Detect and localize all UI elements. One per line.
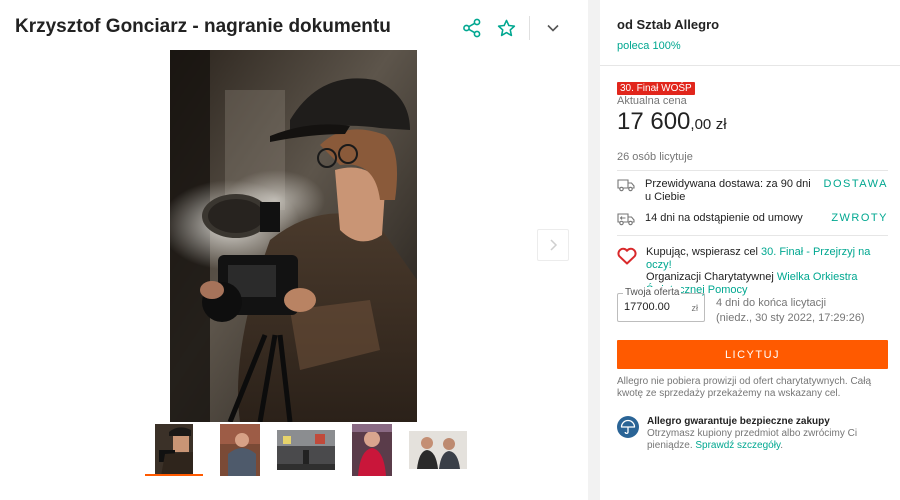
current-price: 17 600,00 zł — [617, 108, 727, 136]
thumbnail-image — [352, 424, 392, 476]
auction-time: 4 dni do końca licytacji (niedz., 30 sty… — [716, 296, 865, 326]
bid-button[interactable]: LICYTUJ — [617, 340, 888, 369]
purchase-panel: od Sztab Allegro poleca 100% 30. Finał W… — [600, 0, 900, 500]
star-icon — [497, 19, 515, 36]
seller-recommendation[interactable]: poleca 100% — [617, 40, 681, 52]
guarantee-line1: Otrzymasz kupiony przedmiot albo zwrócim… — [647, 428, 858, 439]
end-date: (niedz., 30 sty 2022, 17:29:26) — [716, 312, 865, 324]
wosp-badge: 30. Finał WOŚP — [617, 82, 695, 95]
more-options-button[interactable] — [536, 14, 570, 42]
chevron-down-icon — [547, 24, 559, 32]
thumbnail-3[interactable] — [277, 424, 335, 476]
seller-name[interactable]: od Sztab Allegro — [617, 17, 719, 32]
share-button[interactable] — [455, 14, 489, 42]
bid-label: Twoja oferta — [623, 287, 682, 298]
thumbnail-strip — [145, 424, 467, 476]
charity-org-prefix: Organizacji Charytatywnej — [646, 271, 774, 283]
column-gutter — [588, 0, 600, 500]
listing-title: Krzysztof Gonciarz - nagranie dokumentu — [15, 16, 391, 37]
chevron-right-icon — [550, 239, 558, 251]
favorite-button[interactable] — [489, 14, 523, 42]
divider — [600, 65, 900, 66]
charity-text: Kupując, wspierasz cel — [646, 246, 758, 258]
bid-field: Twoja oferta zł — [617, 287, 705, 322]
thumbnail-5[interactable] — [409, 424, 467, 476]
bid-input[interactable] — [624, 301, 686, 313]
price-decimal: ,00 — [690, 116, 712, 133]
divider — [617, 170, 888, 171]
return-text: 14 dni na odstąpienie od umowy — [645, 212, 803, 224]
thumbnail-image — [220, 424, 260, 476]
price-integer: 17 600 — [617, 108, 691, 135]
truck-icon — [617, 179, 635, 192]
guarantee-line2-suffix: . — [780, 440, 784, 451]
guarantee-line2: pieniądze. — [647, 440, 693, 451]
thumbnail-image — [409, 431, 467, 469]
return-row: 14 dni na odstąpienie od umowy ZWROTY — [617, 212, 888, 231]
delivery-text-line2: u Ciebie — [645, 191, 686, 203]
time-left: 4 dni do końca licytacji — [716, 297, 827, 309]
fee-note: Allegro nie pobiera prowizji od ofert ch… — [617, 376, 886, 400]
thumbnail-2[interactable] — [211, 424, 269, 476]
heart-icon — [617, 247, 637, 265]
return-truck-icon — [617, 213, 635, 226]
charity-org-link[interactable]: Wielka Orkiestra — [777, 271, 858, 283]
main-photo[interactable] — [170, 50, 417, 422]
fee-note-line1: Allegro nie pobiera prowizji od ofert ch… — [617, 376, 872, 387]
price-currency: zł — [715, 116, 727, 133]
main-photo-image — [170, 50, 417, 422]
delivery-link[interactable]: DOSTAWA — [824, 178, 888, 190]
gallery-section: Krzysztof Gonciarz - nagranie dokumentu — [0, 0, 588, 500]
page: Krzysztof Gonciarz - nagranie dokumentu — [0, 0, 900, 500]
guarantee-details-link[interactable]: Sprawdź szczegóły — [695, 440, 780, 451]
fee-note-line2: kwotę ze sprzedaży przekażemy na wskazan… — [617, 388, 841, 399]
guarantee-info: Allegro gwarantuje bezpieczne zakupy Otr… — [617, 416, 888, 452]
thumbnail-4[interactable] — [343, 424, 401, 476]
umbrella-icon — [617, 416, 639, 438]
share-icon — [463, 18, 481, 38]
delivery-row: Przewidywana dostawa: za 90 dni u Ciebie… — [617, 178, 888, 204]
thumbnail-image — [277, 430, 335, 470]
returns-link[interactable]: ZWROTY — [831, 212, 888, 224]
actions-divider — [529, 16, 530, 40]
thumbnail-image — [155, 424, 193, 476]
thumbnail-1[interactable] — [145, 424, 203, 476]
bid-currency: zł — [691, 303, 699, 313]
bidders-count: 26 osób licytuje — [617, 151, 693, 163]
divider — [617, 235, 888, 236]
price-label: Aktualna cena — [617, 95, 687, 107]
delivery-text-line1: Przewidywana dostawa: za 90 dni — [645, 178, 811, 190]
guarantee-title: Allegro gwarantuje bezpieczne zakupy — [647, 416, 830, 427]
title-actions — [455, 14, 570, 42]
next-photo-button[interactable] — [537, 229, 569, 261]
